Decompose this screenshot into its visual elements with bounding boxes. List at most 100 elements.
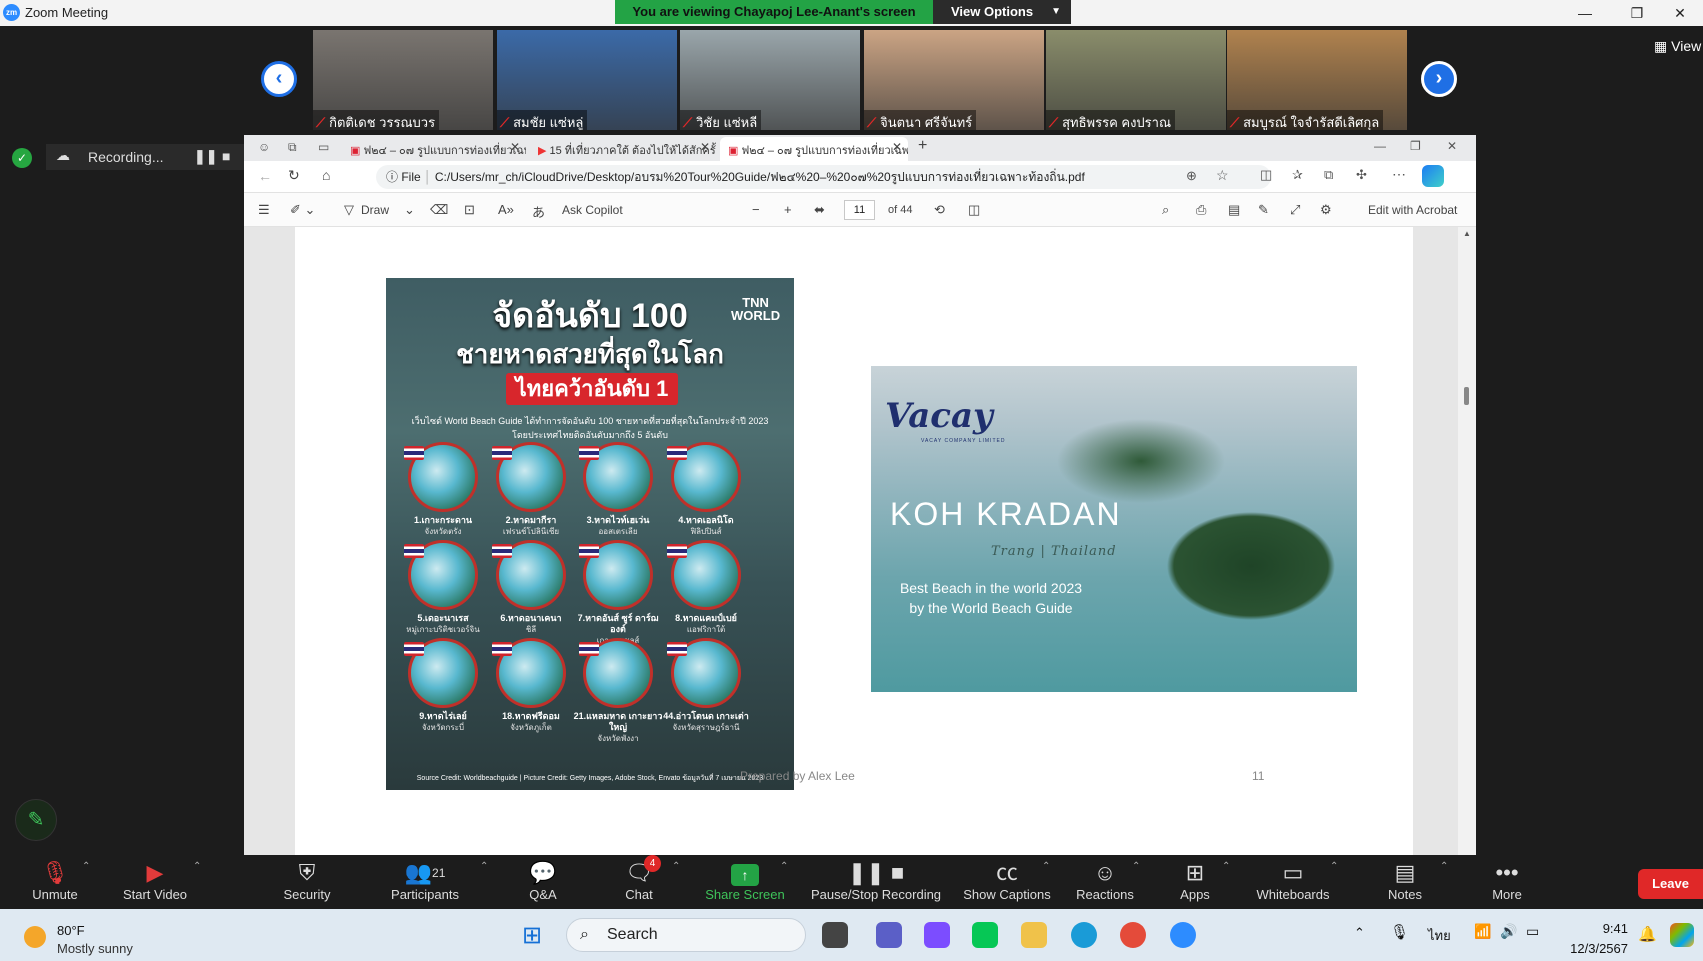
text-box-icon[interactable]: ⊡ (464, 202, 475, 218)
close-tab-icon[interactable]: ✕ (892, 140, 902, 154)
rotate-icon[interactable]: ⟲ (934, 202, 945, 218)
weather-temperature[interactable]: 80°F (57, 923, 85, 938)
zoom-in-icon[interactable]: + (784, 202, 792, 217)
page-number-input[interactable]: 11 (844, 200, 875, 220)
draw-button[interactable]: Draw (361, 203, 389, 217)
translate-icon[interactable]: あ (532, 202, 545, 221)
participant-tile[interactable]: ⟋ จินตนา ศรีจันทร์ (864, 30, 1044, 130)
save-icon[interactable]: ▤ (1228, 202, 1240, 218)
gallery-prev-button[interactable]: ‹ (261, 61, 297, 97)
copilot-icon[interactable] (1422, 165, 1444, 187)
windows-start-icon[interactable]: ⊞ (522, 921, 542, 950)
scroll-up-icon[interactable]: ▲ (1463, 229, 1471, 238)
teams-icon[interactable] (876, 922, 902, 948)
fit-page-icon[interactable]: ⬌ (814, 202, 825, 218)
home-icon[interactable]: ⌂ (322, 167, 330, 183)
read-aloud-icon[interactable]: A» (498, 202, 514, 217)
input-language[interactable]: ไทย (1428, 925, 1451, 946)
task-view-icon[interactable] (822, 922, 848, 948)
taskbar-search[interactable]: ⌕ Search (566, 918, 806, 952)
page-view-icon[interactable]: ◫ (968, 202, 980, 218)
profile-icon[interactable]: ☺ (258, 140, 270, 154)
qa-button[interactable]: 💬 Q&A (488, 859, 598, 902)
clock-time[interactable]: 9:41 (1568, 921, 1628, 936)
unmute-button[interactable]: 🎙 Unmute (0, 859, 110, 902)
more-button[interactable]: ••• More (1452, 859, 1562, 902)
highlight-icon[interactable]: ✐ ⌄ (290, 202, 315, 218)
tray-overflow-icon[interactable]: ⌃ (1354, 925, 1365, 941)
close-tab-icon[interactable]: ✕ (700, 140, 710, 154)
draw-icon[interactable]: ▽ (344, 202, 354, 218)
settings-gear-icon[interactable]: ⚙ (1320, 202, 1332, 218)
pdf-search-icon[interactable]: ⌕ (1162, 202, 1169, 218)
fullscreen-icon[interactable]: ⤢ (1290, 202, 1300, 218)
zoom-taskbar-icon[interactable] (1170, 922, 1196, 948)
apps-caret[interactable]: ⌃ (1222, 861, 1230, 872)
security-button[interactable]: ⛨ Security (252, 859, 362, 902)
audio-options-caret[interactable]: ⌃ (82, 861, 90, 872)
pause-stop-recording-button[interactable]: ❚❚ ■ Pause/Stop Recording (806, 859, 946, 902)
copilot-taskbar-icon[interactable] (1670, 923, 1694, 947)
close-tab-icon[interactable]: ✕ (510, 140, 520, 154)
chat-caret[interactable]: ⌃ (672, 861, 680, 872)
participant-tile[interactable]: ⟋ สุทธิพรรค คงปราณ (1046, 30, 1226, 130)
more-menu-icon[interactable]: ⋯ (1392, 166, 1406, 183)
stop-recording-button[interactable]: ■ (222, 148, 230, 164)
refresh-icon[interactable]: ↻ (288, 167, 300, 184)
zoom-icon[interactable]: ⊕ (1186, 168, 1197, 184)
scroll-thumb[interactable] (1464, 387, 1469, 405)
participant-tile[interactable]: ⟋ กิตติเดช วรรณบวร (313, 30, 493, 130)
split-screen-icon[interactable]: ◫ (1260, 167, 1272, 183)
weather-sun-icon[interactable] (24, 926, 46, 948)
video-options-caret[interactable]: ⌃ (193, 861, 201, 872)
edge-browser-icon[interactable] (1071, 922, 1097, 948)
browser-tab[interactable]: ▣ ฟ๒๔ – ๐๗ รูปแบบการท่องเที่ยวเฉพาะ ✕ (342, 137, 526, 161)
favorite-star-icon[interactable]: ☆ (1216, 167, 1229, 184)
back-icon[interactable]: ← (258, 168, 272, 184)
close-button[interactable]: ✕ (1657, 1, 1703, 25)
wifi-icon[interactable]: 📶 (1474, 923, 1491, 940)
view-layout-button[interactable]: ▦ View (1654, 38, 1701, 55)
participant-tile[interactable]: ⟋ วิชัย แซ่หลี (680, 30, 860, 130)
participants-button[interactable]: 👥21 Participants (370, 859, 480, 902)
browser-close-button[interactable]: ✕ (1447, 139, 1457, 153)
line-app-icon[interactable] (972, 922, 998, 948)
volume-icon[interactable]: 🔊 (1500, 923, 1517, 940)
participant-tile[interactable]: ⟋ สมชัย แซ่หลู่ (497, 30, 677, 130)
contents-icon[interactable]: ☰ (258, 202, 270, 218)
eraser-icon[interactable]: ⌫ (430, 202, 448, 218)
battery-icon[interactable]: ▭ (1526, 923, 1539, 940)
weather-description[interactable]: Mostly sunny (57, 941, 133, 956)
favorites-icon[interactable]: ✰ (1292, 167, 1303, 183)
browser-tab-active[interactable]: ▣ ฟ๒๔ – ๐๗ รูปแบบการท่องเที่ยวเฉพาะ ✕ (720, 137, 908, 161)
participant-tile[interactable]: ⟋ สมบูรณ์ ใจจำรัสดีเลิศกุล (1227, 30, 1407, 130)
pause-recording-button[interactable]: ❚❚ (194, 148, 217, 165)
file-explorer-icon[interactable] (1021, 922, 1047, 948)
view-options-button[interactable]: View Options ▼ (933, 0, 1071, 24)
ask-copilot-button[interactable]: Ask Copilot (562, 203, 623, 217)
gallery-next-button[interactable]: › (1421, 61, 1457, 97)
leave-button[interactable]: Leave (1638, 869, 1703, 899)
notification-bell-icon[interactable]: 🔔 (1638, 925, 1657, 943)
extensions-icon[interactable]: ✣ (1356, 167, 1367, 183)
pdf-scrollbar[interactable]: ▲ (1458, 227, 1476, 855)
save-as-icon[interactable]: ✎ (1258, 202, 1269, 218)
share-caret[interactable]: ⌃ (780, 861, 788, 872)
annotate-pencil-button[interactable]: ✎ (15, 799, 57, 841)
whiteboards-caret[interactable]: ⌃ (1330, 861, 1338, 872)
collections-icon[interactable]: ⧉ (1324, 167, 1333, 183)
browser-tab[interactable]: ▶ 15 ที่เที่ยวภาคใต้ ต้องไปให้ได้สักครั้… (530, 137, 716, 161)
new-tab-button[interactable]: + (918, 137, 927, 155)
tab-actions-icon[interactable]: ▭ (318, 140, 329, 154)
workspaces-icon[interactable]: ⧉ (288, 140, 297, 155)
zoom-out-icon[interactable]: − (752, 202, 760, 217)
edit-with-acrobat-button[interactable]: Edit with Acrobat (1368, 203, 1457, 217)
url-field[interactable]: ⓘ File │ C:/Users/mr_ch/iCloudDrive/Desk… (376, 165, 1271, 189)
clock-date[interactable]: 12/3/2567 (1560, 941, 1628, 956)
apps-button[interactable]: ⊞ Apps (1140, 859, 1250, 902)
chrome-browser-icon[interactable] (1120, 922, 1146, 948)
browser-restore-button[interactable]: ❐ (1410, 139, 1421, 153)
notes-caret[interactable]: ⌃ (1440, 861, 1448, 872)
minimize-button[interactable]: — (1562, 1, 1608, 25)
browser-minimize-button[interactable]: — (1374, 139, 1386, 153)
